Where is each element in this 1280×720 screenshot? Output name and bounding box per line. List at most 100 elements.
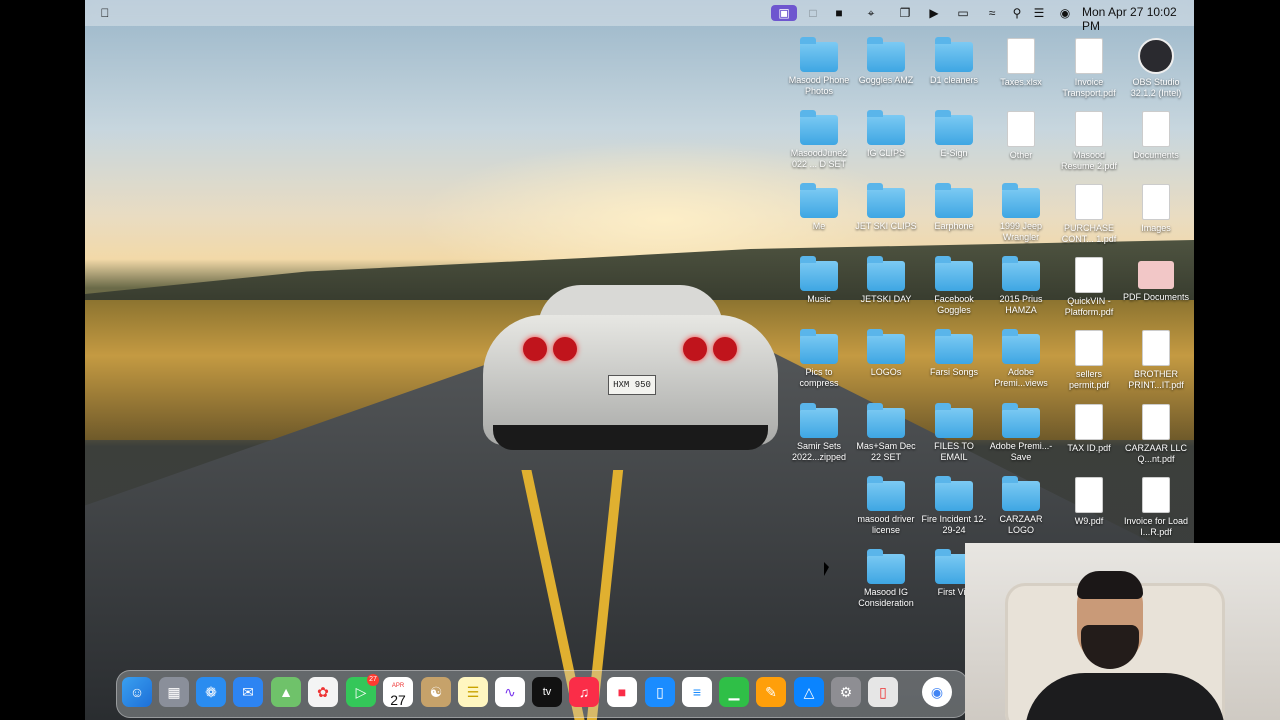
desktop-icon[interactable]: MasoodJune2 022 ... D SET [783,105,855,170]
desktop-icon[interactable]: QuickVIN - Platform.pdf [1053,251,1125,318]
folder-icon [800,37,838,72]
desktop-icon-label: Adobe Premi...views [994,367,1048,388]
desktop-icon[interactable]: Samir Sets 2022...zipped [783,398,855,463]
desktop-icon[interactable]: W9.pdf [1053,471,1125,527]
siri-icon[interactable]: ◉ [1057,5,1073,21]
folder-icon [1002,183,1040,218]
desktop-icon[interactable]: CARZAAR LOGO [985,471,1057,536]
app-store-icon[interactable]: △ [794,677,824,707]
desktop-icon[interactable]: D1 cleaners [918,32,990,86]
menu-bar-clock[interactable]: Mon Apr 27 10:02 PM [1082,5,1194,33]
desktop-icon[interactable]: 1999 Jeep Wrangler [985,178,1057,243]
screen-recording-icon[interactable]: ▣ [771,5,797,21]
wifi-icon[interactable]: ≈ [984,5,1000,21]
desktop-icon[interactable]: Earphone [918,178,990,232]
folder-icon [1002,476,1040,511]
folder-icon [867,549,905,584]
desktop-icon[interactable]: TAX ID.pdf [1053,398,1125,454]
desktop-icon[interactable]: 2015 Prius HAMZA [985,251,1057,316]
keynote-icon[interactable]: ▯ [645,677,675,707]
desktop-icon[interactable]: Facebook Goggles [918,251,990,316]
webcam-person-shirt [1025,673,1225,720]
obs-studio-icon [1138,38,1174,74]
folder-icon [935,37,973,72]
desktop-icon-label: Music [807,294,831,304]
document-icon [1142,184,1170,220]
notes-icon[interactable]: ☰ [458,677,488,707]
desktop-icon[interactable]: Documents [1120,105,1192,161]
news-icon[interactable]: ■ [607,677,637,707]
desktop-icon[interactable]: Goggles AMZ [850,32,922,86]
desktop-icon[interactable]: Other [985,105,1057,161]
launchpad-icon[interactable]: ▦ [159,677,189,707]
desktop-icon[interactable]: Masood Resume 2.pdf [1053,105,1125,172]
document-icon [1075,38,1103,74]
contacts-icon[interactable]: ☯ [421,677,451,707]
audio-icon[interactable]: ⌖ [863,5,879,21]
desktop-icon[interactable]: PDF Documents [1120,251,1192,303]
finder-icon[interactable]: ☺ [122,677,152,707]
facetime-badge: 27 [367,674,379,686]
window-icon[interactable]: ❐ [897,5,913,21]
desktop-icon[interactable]: Adobe Premi...views [985,324,1057,389]
desktop-icon[interactable]: sellers permit.pdf [1053,324,1125,391]
desktop-icon[interactable]: Fire Incident 12-29-24 [918,471,990,536]
desktop-icon[interactable]: OBS Studio 32.1.2 (Intel) [1120,32,1192,99]
desktop-icon[interactable]: Adobe Premi...-Save [985,398,1057,463]
desktop-icon-label: sellers permit.pdf [1068,369,1110,390]
battery-icon[interactable]: ▭ [953,5,973,21]
photos-icon[interactable]: ✿ [308,677,338,707]
desktop-icon[interactable]: BROTHER PRINT...IT.pdf [1120,324,1192,391]
desktop-icon-label: Invoice Transport.pdf [1062,77,1116,98]
calendar-icon[interactable]: APR 27 [383,677,413,707]
desktop-icon[interactable]: Farsi Songs [918,324,990,378]
camera-icon[interactable]: ■ [831,5,847,21]
safari-icon[interactable]: ❁ [196,677,226,707]
maps-icon[interactable]: ▲ [271,677,301,707]
desktop-icon[interactable]: Invoice for Load I...R.pdf [1120,471,1192,538]
iphone-mirroring-icon[interactable]: ▯ [868,677,898,707]
desktop-icon[interactable]: FILES TO EMAIL [918,398,990,463]
desktop-icon-label: Masood Phone Photos [788,75,850,96]
apple-tv-icon[interactable]: tv [532,677,562,707]
mail-icon[interactable]: ✉ [233,677,263,707]
desktop-icon[interactable]: PURCHASE CONT... 1.pdf [1053,178,1125,245]
desktop-icon-label: IG CLIPS [866,148,905,158]
chrome-icon[interactable]: ◉ [922,677,952,707]
document-icon [1142,111,1170,147]
desktop-icon[interactable]: Pics to compress [783,324,855,389]
desktop-icon[interactable]: Taxes.xlsx [985,32,1057,88]
desktop-icon[interactable]: masood driver license [850,471,922,536]
document-icon [1007,38,1035,74]
desktop-icon[interactable]: Masood Phone Photos [783,32,855,97]
desktop-icon-label: CARZAAR LOGO [999,514,1043,535]
apple-menu-icon[interactable]:  [97,5,113,21]
desktop-icon[interactable]: Masood IG Consideration [850,544,922,609]
desktop-icon[interactable]: LOGOs [850,324,922,378]
system-settings-icon[interactable]: ⚙ [831,677,861,707]
control-center-icon[interactable]: ☰ [1031,5,1047,21]
desktop-icon-label: JET SKI CLIPS [855,221,917,231]
pages-icon[interactable]: ✎ [756,677,786,707]
reminders-icon[interactable]: ≡ [682,677,712,707]
desktop-icon[interactable]: E-Sign [918,105,990,159]
desktop-icon[interactable]: Me [783,178,855,232]
desktop-icon[interactable]: CARZAAR LLC Q...nt.pdf [1120,398,1192,465]
freeform-icon[interactable]: ∿ [495,677,525,707]
car-license-plate: HXM 950 [608,375,656,395]
search-icon[interactable]: ⚲ [1009,5,1025,21]
desktop-icon[interactable]: JETSKI DAY [850,251,922,305]
music-icon[interactable]: ♫ [569,677,599,707]
desktop-icon[interactable]: Music [783,251,855,305]
desktop-icon[interactable]: Invoice Transport.pdf [1053,32,1125,99]
desktop-icon[interactable]: Mas+Sam Dec 22 SET [850,398,922,463]
numbers-icon[interactable]: ▁ [719,677,749,707]
folder-icon [935,476,973,511]
play-icon[interactable]: ▶ [926,5,942,21]
desktop-icon-label: Me [812,221,826,231]
desktop-icon-label: 1999 Jeep Wrangler [999,221,1043,242]
desktop-icon[interactable]: JET SKI CLIPS [850,178,922,232]
desktop-icon[interactable]: Images [1120,178,1192,234]
desktop-icon[interactable]: IG CLIPS [850,105,922,159]
menu-extra-icon[interactable]: □ [805,5,821,21]
